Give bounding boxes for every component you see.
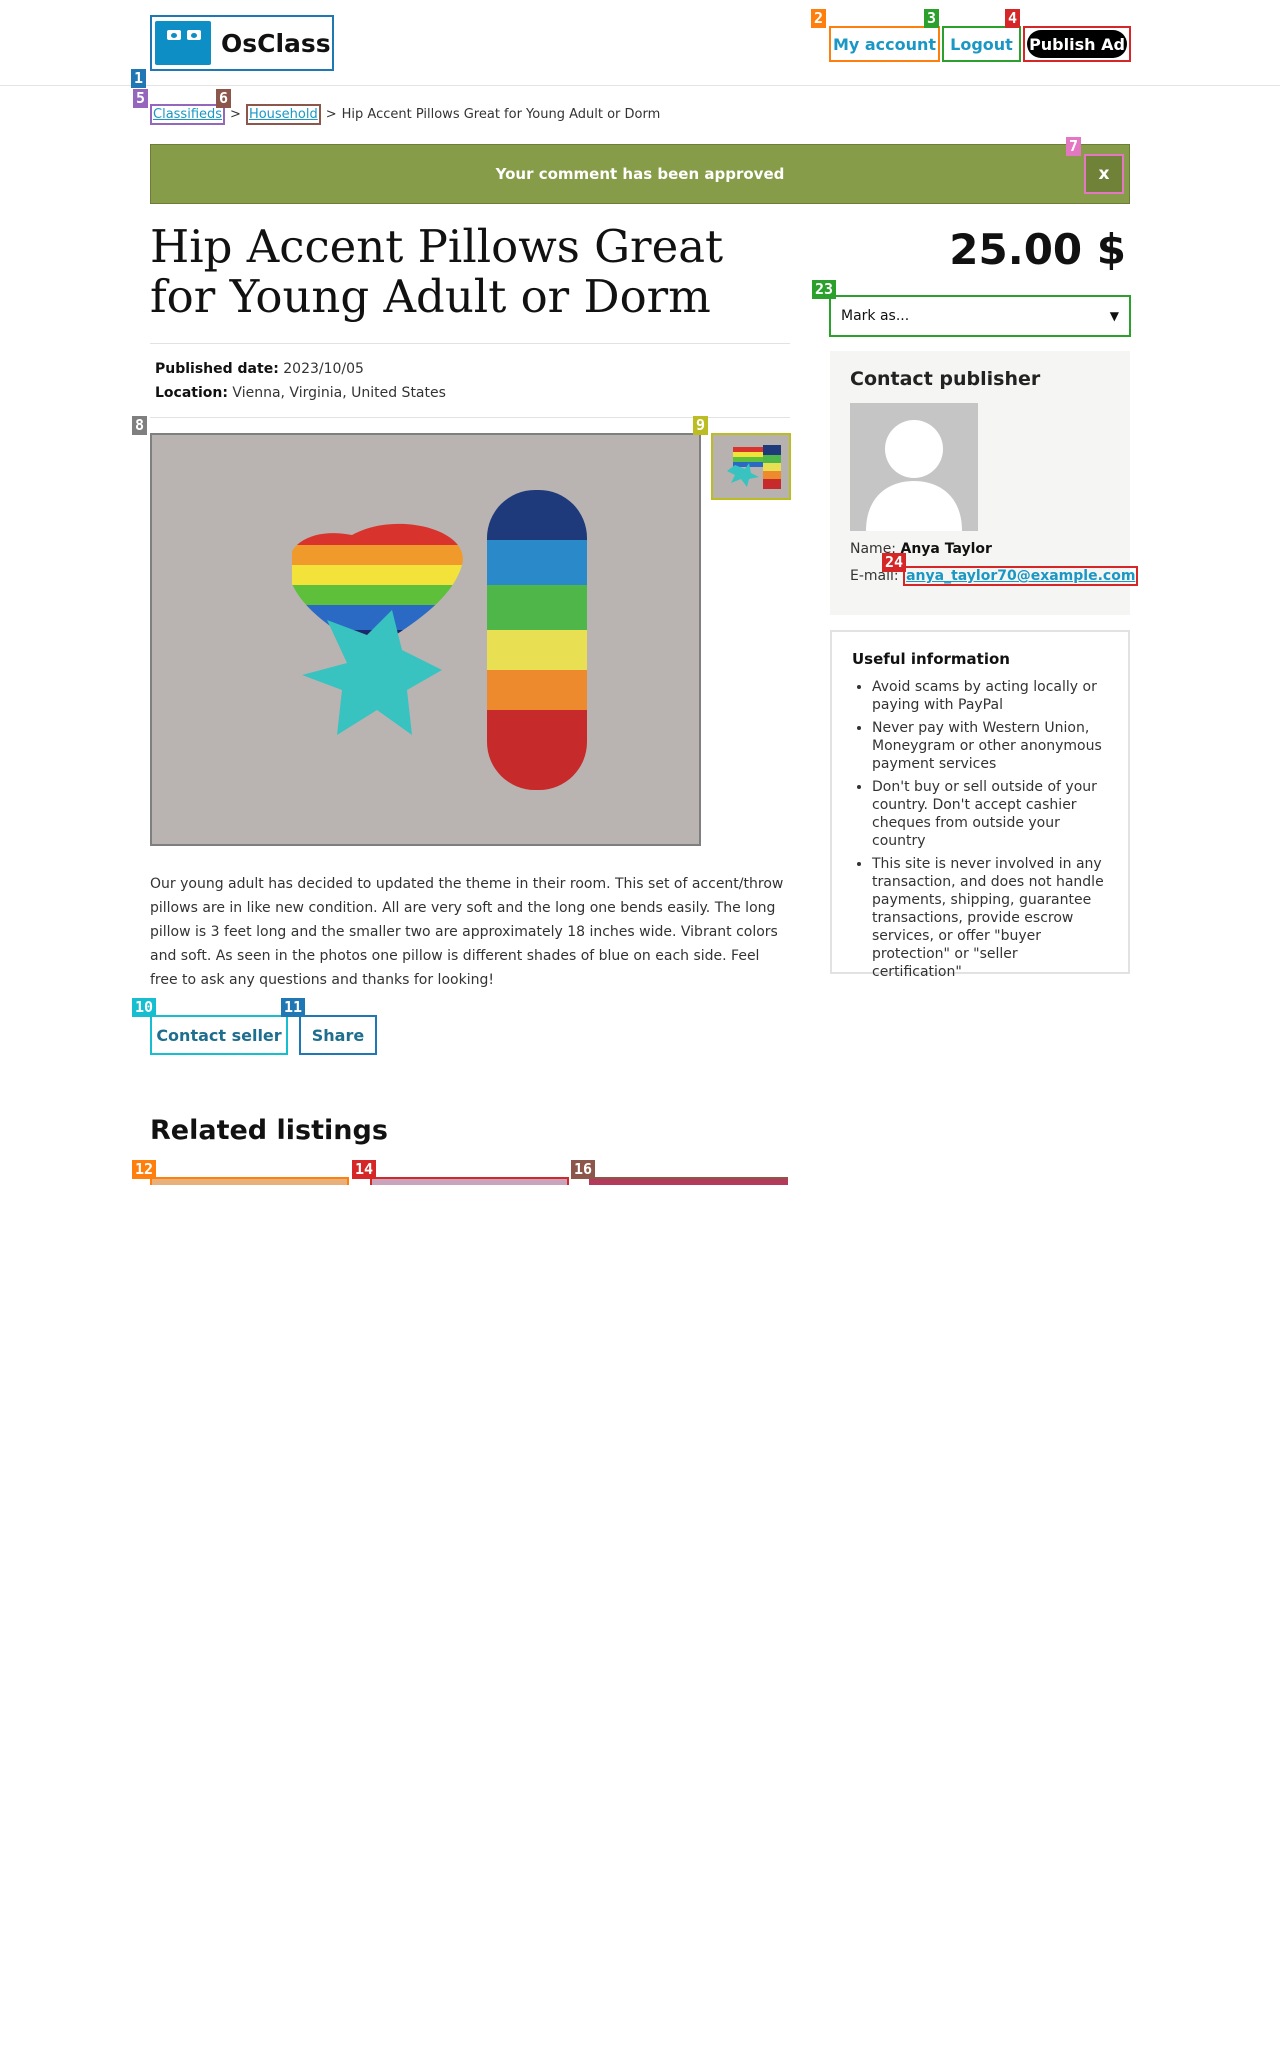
som-label: 8 (132, 416, 148, 435)
divider (150, 343, 790, 344)
publisher-name: Name: Anya Taylor (850, 541, 992, 557)
som-label: 12 (132, 1160, 157, 1179)
list-item: Don't buy or sell outside of your countr… (872, 778, 1108, 850)
related-listing-card[interactable] (150, 1177, 349, 1185)
contact-publisher-panel: Contact publisher Name: Anya Taylor E-ma… (830, 351, 1139, 615)
share-button[interactable]: Share (299, 1015, 377, 1055)
site-header: OsClass My account Logout Publish Ad (0, 0, 1280, 86)
published-date-label: Published date: (155, 361, 279, 377)
thumbnail-image (713, 435, 789, 498)
publisher-name-value: Anya Taylor (900, 541, 992, 557)
avatar (850, 403, 978, 531)
publish-ad-label: Publish Ad (1027, 30, 1127, 58)
list-item: Never pay with Western Union, Moneygram … (872, 719, 1108, 773)
useful-information-list: Avoid scams by acting locally or paying … (852, 678, 1108, 981)
useful-information-heading: Useful information (852, 650, 1010, 668)
breadcrumb-current: Hip Accent Pillows Great for Young Adult… (341, 107, 661, 122)
breadcrumb-separator: > (230, 107, 241, 122)
list-item: This site is never involved in any trans… (872, 855, 1108, 981)
published-date: Published date: 2023/10/05 (155, 361, 364, 377)
list-item: Avoid scams by acting locally or paying … (872, 678, 1108, 714)
som-label: 11 (281, 998, 306, 1017)
publisher-email-link[interactable]: anya_taylor70@example.com (903, 566, 1139, 586)
logo-text: OsClass (221, 28, 331, 58)
site-logo[interactable]: OsClass (150, 15, 334, 71)
listing-title: Hip Accent Pillows Great for Young Adult… (150, 220, 724, 323)
location-label: Location: (155, 385, 228, 401)
related-listing-card[interactable] (589, 1177, 788, 1185)
main-listing-photo[interactable] (150, 433, 701, 846)
contact-seller-button[interactable]: Contact seller (150, 1015, 288, 1055)
som-label: 16 (571, 1160, 596, 1179)
breadcrumb-household-link[interactable]: Household (245, 104, 321, 125)
logout-button[interactable]: Logout (942, 26, 1021, 62)
pillows-photo (152, 435, 699, 844)
photo-thumbnail[interactable] (711, 433, 791, 500)
listing-description: Our young adult has decided to updated t… (150, 876, 784, 988)
som-label: 9 (693, 416, 709, 435)
breadcrumb-classifieds-link[interactable]: Classifieds (150, 104, 226, 125)
chevron-down-icon: ▼ (1109, 309, 1119, 323)
som-label: 4 (1005, 9, 1021, 28)
user-icon (850, 403, 978, 531)
published-date-value: 2023/10/05 (283, 361, 364, 377)
related-listing-card[interactable] (370, 1177, 569, 1185)
mark-as-select[interactable]: Mark as... ▼ (829, 295, 1131, 337)
listing-price: 25.00 $ (949, 225, 1126, 274)
flash-close-button[interactable]: x (1084, 154, 1124, 194)
som-label: 24 (882, 553, 907, 572)
logo-icon (155, 21, 211, 65)
related-listings-heading: Related listings (150, 1115, 388, 1146)
som-label: 6 (216, 89, 232, 108)
som-label: 10 (132, 998, 157, 1017)
useful-information-panel: Useful information Avoid scams by acting… (830, 630, 1130, 980)
som-label: 1 (131, 69, 147, 88)
som-label: 14 (352, 1160, 377, 1179)
som-label: 7 (1066, 137, 1082, 156)
som-label: 2 (811, 9, 827, 28)
mark-as-value: Mark as... (841, 308, 910, 324)
som-label: 23 (812, 280, 837, 299)
contact-publisher-heading: Contact publisher (850, 368, 1041, 390)
flash-message: Your comment has been approved (150, 144, 1130, 204)
breadcrumb-separator: > (325, 107, 337, 122)
som-label: 5 (133, 89, 149, 108)
location-value: Vienna, Virginia, United States (232, 385, 446, 401)
flash-message-text: Your comment has been approved (495, 165, 785, 183)
som-label: 3 (924, 9, 940, 28)
publish-ad-button[interactable]: Publish Ad (1023, 26, 1131, 62)
location: Location: Vienna, Virginia, United State… (155, 385, 446, 401)
my-account-button[interactable]: My account (829, 26, 940, 62)
